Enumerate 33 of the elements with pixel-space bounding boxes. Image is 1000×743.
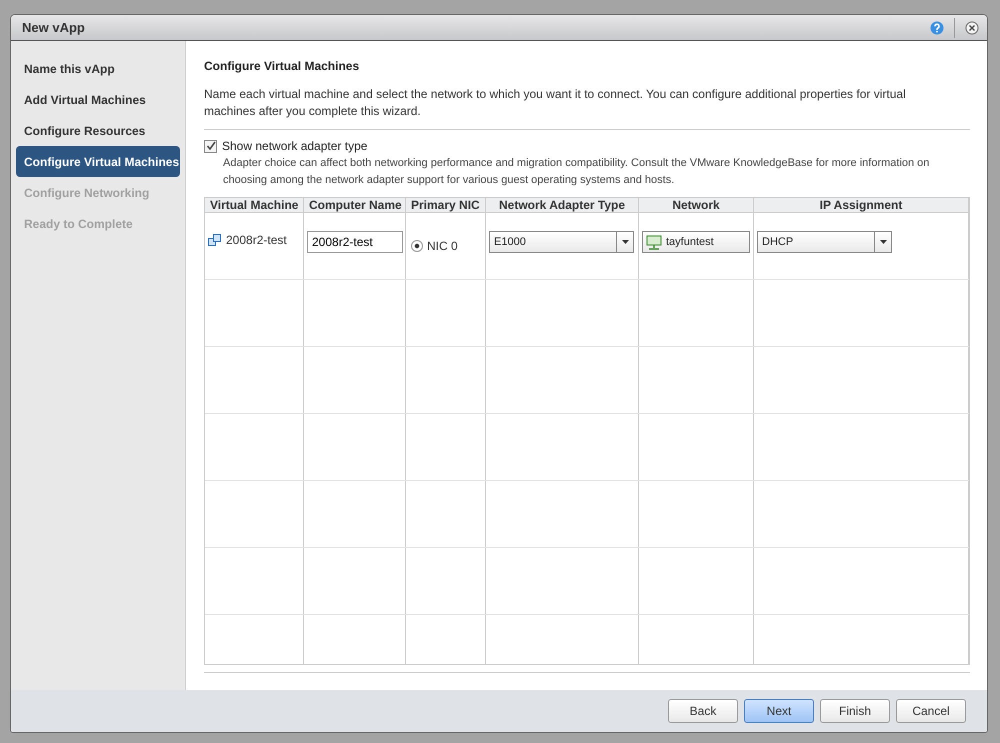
page-heading: Configure Virtual Machines [204, 59, 360, 73]
window-title: New vApp [22, 20, 86, 35]
column-header: Virtual Machine [205, 198, 304, 212]
column-header: Computer Name [304, 198, 406, 212]
vm-icon [208, 234, 221, 247]
column-header: Network [639, 198, 754, 212]
help-icon[interactable] [930, 20, 944, 34]
column-header: Network Adapter Type [486, 198, 639, 212]
caret-icon [880, 240, 886, 244]
dialog-button[interactable]: Next [744, 699, 814, 723]
table-cell: 2008r2-test [226, 233, 287, 247]
caret-icon [622, 240, 628, 244]
wizard-step[interactable]: Add Virtual Machines [16, 84, 180, 115]
adapter-type-dropdown[interactable]: E1000 [489, 231, 634, 253]
dialog-button[interactable]: Finish [820, 699, 890, 723]
dialog-button[interactable]: Cancel [896, 699, 966, 723]
computer-name-field[interactable]: 2008r2-test [307, 231, 403, 253]
radio-button[interactable] [411, 240, 423, 252]
column-header: Primary NIC [406, 198, 486, 212]
wizard-step[interactable]: Configure Resources [16, 115, 180, 146]
dialog-button[interactable]: Back [668, 699, 738, 723]
wizard-step[interactable]: Name this vApp [16, 53, 180, 84]
column-header: IP Assignment [754, 198, 969, 212]
adapter-note: Adapter choice can affect both networking performance and migration compatibility. Consult the VMware KnowledgeBase for more information on choosing among the network adapter support for various guest operating systems and hosts. [223, 156, 930, 188]
radio-label: NIC 0 [427, 239, 458, 253]
ip-assignment-dropdown[interactable]: DHCP [757, 231, 892, 253]
network-icon [646, 234, 662, 250]
close-icon[interactable] [965, 20, 979, 34]
checkbox-label: Show network adapter type [222, 139, 368, 153]
network-field[interactable]: tayfuntest [642, 231, 750, 253]
page-description: Name each virtual machine and select the network to which you want it to connect. You can configure additional properties for virtual machines after you complete this wizard. [204, 86, 970, 130]
wizard-step[interactable]: Configure Virtual Machines [16, 146, 180, 177]
checkbox[interactable] [204, 140, 217, 152]
